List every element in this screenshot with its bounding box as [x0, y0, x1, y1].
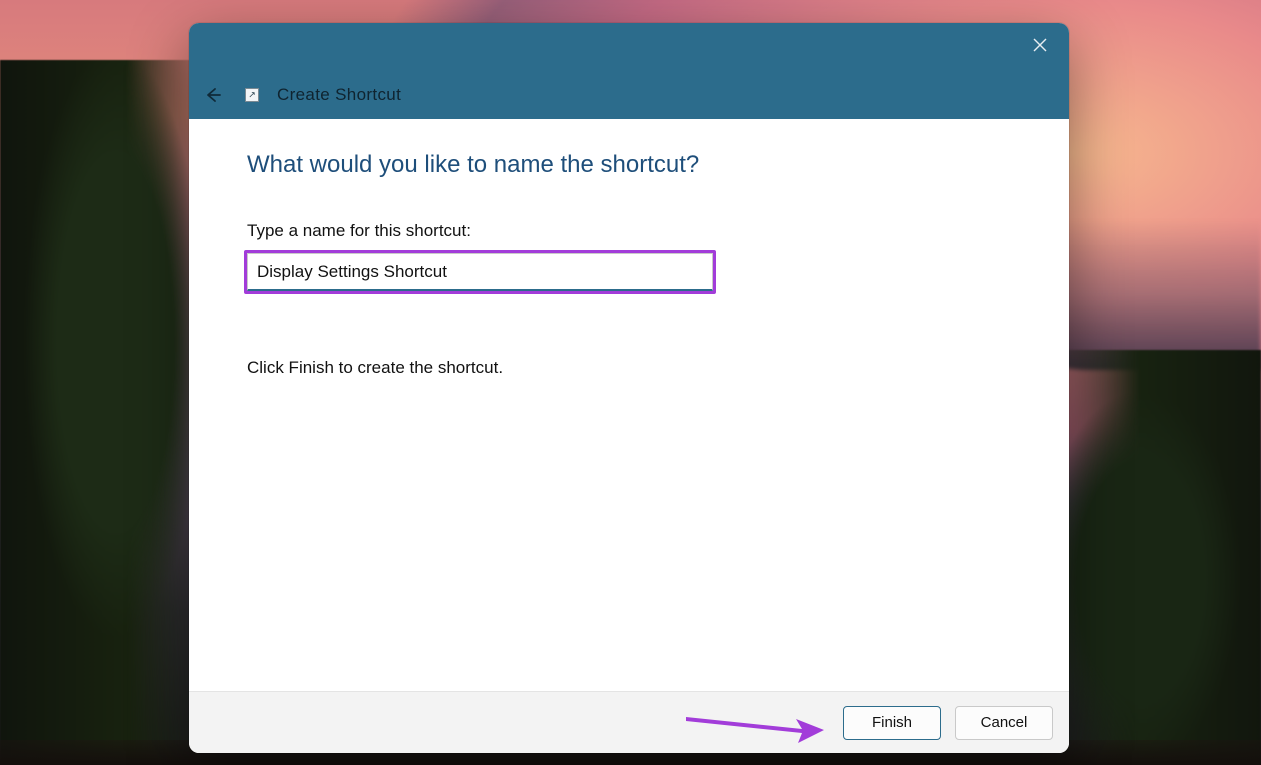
shortcut-name-label: Type a name for this shortcut:: [247, 221, 1011, 241]
wallpaper-trees-right: [1041, 350, 1261, 765]
dialog-title: Create Shortcut: [277, 85, 401, 105]
annotation-arrow: [684, 711, 824, 737]
shortcut-name-input[interactable]: [247, 253, 713, 291]
close-button[interactable]: [1017, 29, 1063, 61]
finish-button[interactable]: Finish: [843, 706, 941, 740]
page-heading: What would you like to name the shortcut…: [247, 151, 1011, 179]
close-icon: [1033, 38, 1047, 52]
nav-row: Create Shortcut: [199, 79, 401, 111]
annotation-input-highlight: [244, 250, 716, 294]
wallpaper-trees-left: [0, 60, 210, 765]
cancel-button[interactable]: Cancel: [955, 706, 1053, 740]
create-shortcut-dialog: Create Shortcut What would you like to n…: [189, 23, 1069, 753]
back-arrow-icon: [204, 86, 222, 104]
instruction-text: Click Finish to create the shortcut.: [247, 358, 1011, 378]
titlebar: Create Shortcut: [189, 23, 1069, 119]
shortcut-file-icon: [245, 88, 259, 102]
dialog-content: What would you like to name the shortcut…: [189, 119, 1069, 691]
dialog-footer: Finish Cancel: [189, 691, 1069, 753]
back-button[interactable]: [199, 81, 227, 109]
